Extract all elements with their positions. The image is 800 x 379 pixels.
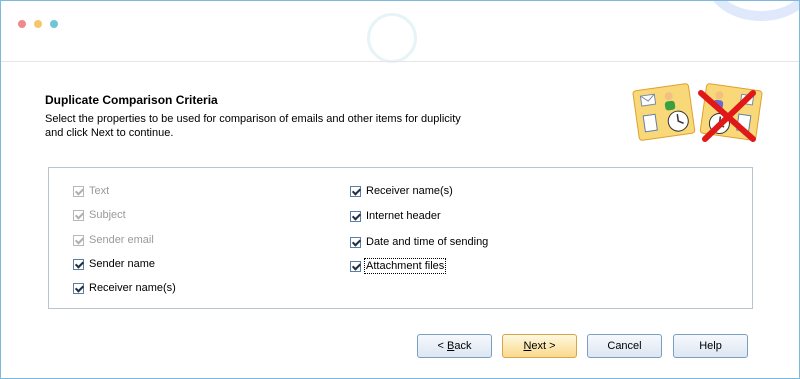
checkbox-label: Sender email: [89, 234, 154, 246]
back-access-key: B: [447, 340, 455, 352]
decorative-ring-icon: [367, 13, 417, 63]
cancel-button[interactable]: Cancel: [587, 334, 662, 358]
checkbox-box[interactable]: [350, 260, 361, 272]
close-dot-icon[interactable]: [18, 20, 26, 28]
title-bar: [1, 1, 799, 63]
checkbox-attachment-files[interactable]: Attachment files: [350, 258, 447, 274]
checkbox-box[interactable]: [73, 258, 84, 270]
checkbox-label[interactable]: Sender name: [89, 258, 155, 270]
duplicate-comparison-icon: [632, 83, 763, 142]
checkbox-label: Text: [89, 185, 110, 197]
next-access-key: N: [523, 340, 532, 352]
wizard-window: Duplicate Comparison Criteria Select the…: [0, 0, 800, 379]
next-label-rest: ext >: [531, 340, 556, 352]
checkbox-internet-header[interactable]: Internet header: [350, 210, 441, 222]
checkbox-box: [73, 209, 84, 221]
checkbox-receiver-names-right[interactable]: Receiver name(s): [350, 185, 453, 197]
checkbox-box[interactable]: [350, 210, 361, 222]
checkbox-box[interactable]: [350, 236, 361, 248]
help-label: Help: [699, 340, 722, 352]
checkbox-sender-email: Sender email: [73, 234, 154, 246]
checkbox-box: [73, 185, 84, 197]
checkbox-label[interactable]: Internet header: [366, 210, 441, 222]
checkbox-sender-name[interactable]: Sender name: [73, 258, 155, 270]
checkbox-box[interactable]: [73, 282, 84, 294]
back-button[interactable]: < Back: [417, 334, 492, 358]
help-button[interactable]: Help: [673, 334, 748, 358]
checkbox-label[interactable]: Receiver name(s): [366, 185, 453, 197]
checkbox-date-time-sending[interactable]: Date and time of sending: [350, 236, 488, 248]
cancel-label: Cancel: [607, 340, 642, 352]
next-button[interactable]: Next >: [502, 334, 577, 358]
checkbox-text: Text: [73, 185, 109, 197]
back-label-rest: ack: [454, 340, 472, 352]
back-prefix: <: [437, 340, 447, 352]
page-title: Duplicate Comparison Criteria: [45, 93, 218, 107]
minimize-dot-icon[interactable]: [34, 20, 42, 28]
page-subtitle: Select the properties to be used for com…: [45, 113, 461, 139]
checkbox-box: [73, 234, 84, 246]
checkbox-receiver-names-left[interactable]: Receiver name(s): [73, 282, 176, 294]
decorative-arc-icon: [706, 1, 799, 21]
checkbox-label[interactable]: Date and time of sending: [366, 236, 488, 248]
checkbox-box[interactable]: [350, 185, 361, 197]
checkbox-label[interactable]: Receiver name(s): [89, 282, 176, 294]
checkbox-subject: Subject: [73, 209, 126, 221]
maximize-dot-icon[interactable]: [50, 20, 58, 28]
checkbox-label: Subject: [89, 209, 126, 221]
checkbox-label[interactable]: Attachment files: [363, 258, 447, 274]
header-divider: [1, 61, 799, 62]
